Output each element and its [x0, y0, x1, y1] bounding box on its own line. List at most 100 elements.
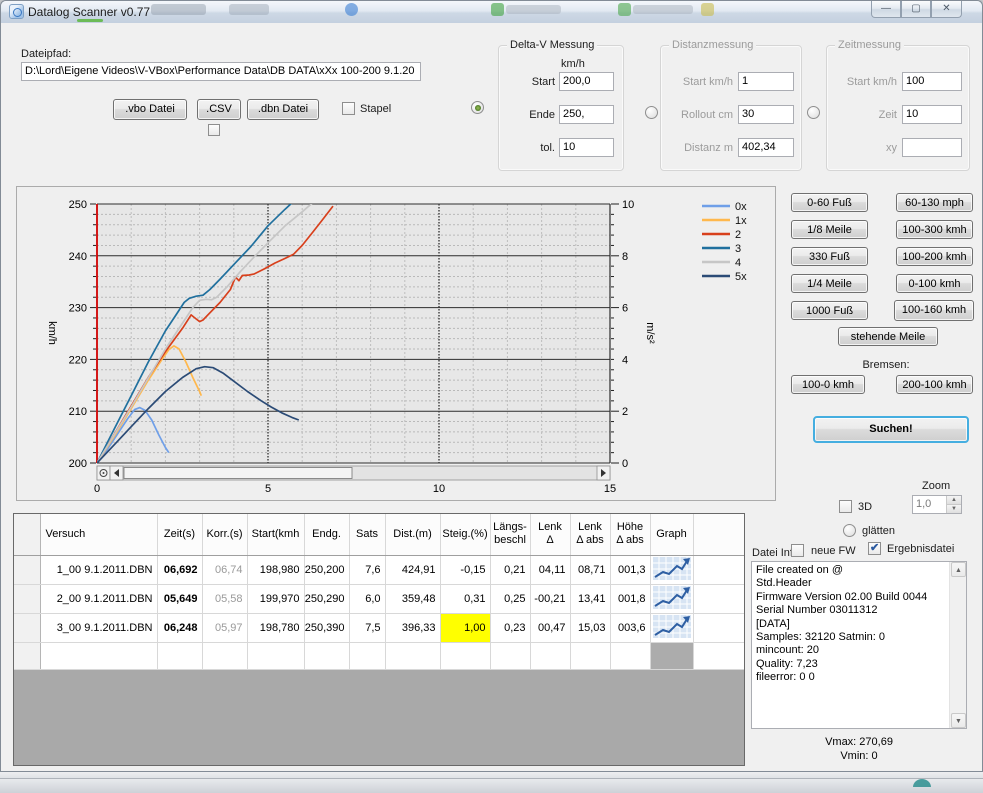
table-header-cell[interactable]: Steig.(%) [440, 514, 490, 555]
vbo-file-button[interactable]: .vbo Datei [113, 99, 187, 120]
csv-file-button[interactable]: .CSV [197, 99, 241, 120]
zeit-zeit-input[interactable]: 10 [902, 105, 962, 124]
vmax-vmin-labels: Vmax: 270,69 Vmin: 0 [751, 735, 967, 763]
table-row[interactable]: 3_00 9.1.2011.DBN06,24805,97198,780250,3… [14, 613, 745, 642]
scroll-up-icon[interactable]: ▲ [951, 562, 966, 577]
zeit-start-input[interactable]: 100 [902, 72, 962, 91]
table-row[interactable]: 2_00 9.1.2011.DBN05,64905,58199,970250,2… [14, 584, 745, 613]
delta-v-tol-input[interactable]: 10 [559, 138, 614, 157]
close-button[interactable]: ✕ [931, 1, 962, 18]
zoom-value: 1,0 [916, 498, 931, 510]
table-cell-steig: -0,15 [440, 555, 490, 584]
table-cell-lenk_abs: 08,71 [570, 555, 610, 584]
results-table[interactable]: VersuchZeit(s)Korr.(s)Start(kmhEndg.Sats… [13, 513, 745, 766]
table-header-cell[interactable]: Lenk Δ [530, 514, 570, 555]
graph-icon[interactable] [653, 557, 691, 580]
btn-0-100-kmh[interactable]: 0-100 kmh [896, 274, 973, 293]
table-header-cell[interactable]: Versuch [40, 514, 157, 555]
btn-100-0-kmh[interactable]: 100-0 kmh [791, 375, 865, 394]
table-header-cell[interactable]: Endg. [304, 514, 349, 555]
btn-100-200-kmh[interactable]: 100-200 kmh [896, 247, 973, 266]
suchen-button[interactable]: Suchen! [813, 416, 969, 443]
spin-up-icon[interactable]: ▲ [947, 496, 961, 505]
btn-100-160-kmh[interactable]: 100-160 kmh [894, 300, 974, 321]
distanz-rollout-input[interactable]: 30 [738, 105, 794, 124]
table-header-cell[interactable]: Höhe Δ abs [610, 514, 650, 555]
neue-fw-checkbox[interactable] [791, 544, 804, 557]
titlebar[interactable]: Datalog Scanner v0.77 — ▢ ✕ [1, 1, 982, 23]
svg-text:10: 10 [433, 483, 445, 495]
stapel-checkbox[interactable] [342, 102, 355, 115]
btn-stehende-meile[interactable]: stehende Meile [838, 327, 938, 346]
row-header[interactable] [14, 584, 40, 613]
glaetten-radio[interactable] [843, 524, 856, 537]
table-cell-endg: 250,290 [304, 584, 349, 613]
table-cell-sats: 7,6 [349, 555, 385, 584]
scroll-down-icon[interactable]: ▼ [951, 713, 966, 728]
zoom-spinner[interactable]: 1,0 ▲▼ [912, 495, 962, 514]
table-header-cell[interactable]: Lenk Δ abs [570, 514, 610, 555]
table-header-cell[interactable]: Start(kmh [247, 514, 304, 555]
file-info-textarea[interactable]: File created on @ Std.Header Firmware Ve… [751, 561, 967, 729]
table-header-cell[interactable]: Korr.(s) [202, 514, 247, 555]
minimize-button[interactable]: — [871, 1, 901, 18]
row-header[interactable] [14, 613, 40, 642]
distanz-mode-radio[interactable] [645, 106, 658, 119]
filepath-input[interactable]: D:\Lord\Eigene Videos\V-VBox\Performance… [21, 62, 421, 81]
svg-text:220: 220 [69, 354, 87, 366]
table-cell-graph[interactable] [650, 584, 693, 613]
svg-text:210: 210 [69, 406, 87, 418]
graph-icon[interactable] [653, 615, 691, 638]
row-header[interactable] [14, 555, 40, 584]
ergebnisdatei-checkbox[interactable] [868, 542, 881, 555]
table-cell-laengs: 0,25 [490, 584, 530, 613]
svg-text:0x: 0x [735, 201, 747, 213]
btn-100-300-kmh[interactable]: 100-300 kmh [896, 220, 973, 239]
background-window-artifact [633, 5, 693, 14]
zeit-mode-radio[interactable] [807, 106, 820, 119]
table-header-cell[interactable] [14, 514, 40, 555]
btn-1-4-meile[interactable]: 1/4 Meile [791, 274, 868, 293]
speed-chart[interactable]: 2002102202302402500246810051015km/hm/s²0… [17, 187, 775, 500]
table-header-cell[interactable]: Sats [349, 514, 385, 555]
table-cell-laengs: 0,21 [490, 555, 530, 584]
table-cell-zeit: 06,692 [157, 555, 202, 584]
info-scrollbar[interactable]: ▲ ▼ [949, 562, 966, 728]
btn-200-100-kmh[interactable]: 200-100 kmh [896, 375, 973, 394]
btn-1000-fuss[interactable]: 1000 Fuß [791, 301, 868, 320]
spin-down-icon[interactable]: ▼ [947, 505, 961, 513]
table-row[interactable]: 1_00 9.1.2011.DBN06,69206,74198,980250,2… [14, 555, 745, 584]
table-cell-dist: 396,33 [385, 613, 440, 642]
neue-fw-label: neue FW [811, 545, 856, 557]
btn-1-8-meile[interactable]: 1/8 Meile [791, 220, 868, 239]
delta-v-start-input[interactable]: 200,0 [559, 72, 614, 91]
3d-checkbox[interactable] [839, 500, 852, 513]
table-cell-lenk: 00,47 [530, 613, 570, 642]
btn-330-fuss[interactable]: 330 Fuß [791, 247, 868, 266]
zeit-xy-input[interactable] [902, 138, 962, 157]
graph-icon[interactable] [653, 586, 691, 609]
restore-button[interactable]: ▢ [901, 1, 931, 18]
distanz-distanz-input[interactable]: 402,34 [738, 138, 794, 157]
delta-v-ende-input[interactable]: 250, [559, 105, 614, 124]
delta-v-group-title: Delta-V Messung [507, 39, 597, 51]
table-header-cell[interactable]: Längs- beschl [490, 514, 530, 555]
table-header-cell[interactable]: Graph [650, 514, 693, 555]
table-cell-graph[interactable] [650, 613, 693, 642]
zoom-spin-buttons[interactable]: ▲▼ [946, 496, 961, 513]
dbn-file-button[interactable]: .dbn Datei [247, 99, 319, 120]
svg-text:200: 200 [69, 458, 87, 470]
table-cell-zeit: 05,649 [157, 584, 202, 613]
table-header-cell[interactable]: Zeit(s) [157, 514, 202, 555]
distanz-start-input[interactable]: 1 [738, 72, 794, 91]
table-header-row: VersuchZeit(s)Korr.(s)Start(kmhEndg.Sats… [14, 514, 745, 555]
table-header-cell[interactable]: Dist.(m) [385, 514, 440, 555]
svg-text:15: 15 [604, 483, 616, 495]
extra-checkbox[interactable] [208, 124, 220, 136]
background-window-artifact [491, 3, 504, 16]
table-cell-graph[interactable] [650, 555, 693, 584]
delta-v-mode-radio[interactable] [471, 101, 484, 114]
table-header-cell[interactable] [693, 514, 745, 555]
btn-60-130-mph[interactable]: 60-130 mph [896, 193, 973, 212]
btn-0-60-fuss[interactable]: 0-60 Fuß [791, 193, 868, 212]
